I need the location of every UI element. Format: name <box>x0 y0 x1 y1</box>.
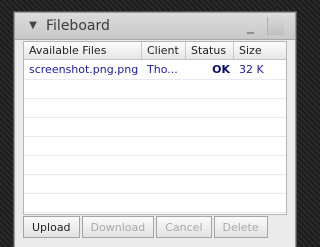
table-row[interactable]: screenshot.png.png Tho... OK 32 K <box>24 60 286 80</box>
file-table: Available Files Client Status Size scree… <box>23 41 287 215</box>
collapse-arrow-icon[interactable]: ▼ <box>27 20 39 32</box>
empty-row <box>24 193 286 213</box>
column-header-status[interactable]: Status <box>186 42 234 59</box>
size-cell: 32 K <box>239 63 264 76</box>
upload-button[interactable]: Upload <box>23 216 80 238</box>
action-toolbar: Upload Download Cancel Delete <box>23 213 295 241</box>
empty-row <box>24 136 286 156</box>
column-header-available-files[interactable]: Available Files <box>24 42 142 59</box>
empty-row <box>24 98 286 118</box>
cancel-button[interactable]: Cancel <box>156 216 212 238</box>
file-name-cell: screenshot.png.png <box>29 63 139 76</box>
delete-button[interactable]: Delete <box>213 216 268 238</box>
panel-title: Fileboard <box>46 18 110 34</box>
empty-row <box>24 174 286 194</box>
empty-row <box>24 79 286 99</box>
minimize-icon[interactable]: _ <box>247 16 254 36</box>
client-cell: Tho... <box>147 63 178 76</box>
table-header: Available Files Client Status Size <box>24 42 286 60</box>
titlebar: ▼ Fileboard _ <box>15 13 295 40</box>
empty-row <box>24 117 286 137</box>
status-cell: OK <box>212 63 230 76</box>
empty-row <box>24 155 286 175</box>
column-header-client[interactable]: Client <box>142 42 186 59</box>
close-icon[interactable] <box>267 17 284 35</box>
column-header-size[interactable]: Size <box>234 42 286 59</box>
fileboard-panel: ▼ Fileboard _ Available Files Client Sta… <box>14 12 296 247</box>
download-button[interactable]: Download <box>81 216 155 238</box>
